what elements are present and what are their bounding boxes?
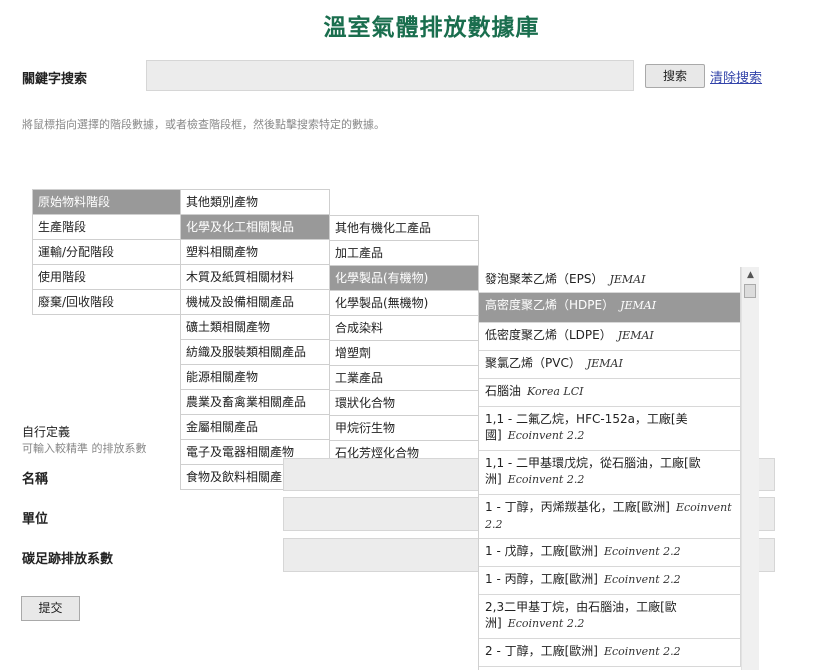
- product-name: 2 - 丁醇，工廠[歐洲]: [485, 644, 598, 658]
- product-source: JEMAI: [617, 329, 654, 342]
- product-list-item[interactable]: 1 - 戊醇，工廠[歐洲] Ecoinvent 2.2: [479, 539, 741, 567]
- product-name: 聚氯乙烯（PVC）: [485, 356, 581, 370]
- category-item[interactable]: 塑料相關產物: [180, 239, 330, 265]
- product-list-item[interactable]: 發泡聚苯乙烯（EPS） JEMAI: [479, 267, 741, 293]
- category-item[interactable]: 木質及紙質相關材料: [180, 264, 330, 290]
- product-list-item[interactable]: 聚氯乙烯（PVC） JEMAI: [479, 351, 741, 379]
- product-name: 石腦油: [485, 384, 522, 398]
- stage-item[interactable]: 生產階段: [32, 214, 181, 240]
- subcategory-item[interactable]: 加工產品: [329, 240, 479, 266]
- category-item[interactable]: 農業及畜禽業相關產品: [180, 389, 330, 415]
- product-source: JEMAI: [586, 357, 623, 370]
- product-source: Ecoinvent 2.2: [603, 573, 681, 586]
- product-name: 1 - 丁醇，丙烯羰基化，工廠[歐洲]: [485, 500, 670, 514]
- subcategory-item[interactable]: 其他有機化工產品: [329, 215, 479, 241]
- keyword-search-input[interactable]: [146, 60, 634, 91]
- product-source: Ecoinvent 2.2: [603, 645, 681, 658]
- product-name: 低密度聚乙烯（LDPE）: [485, 328, 612, 342]
- subcategory-item[interactable]: 增塑劑: [329, 340, 479, 366]
- product-list-item[interactable]: 低密度聚乙烯（LDPE） JEMAI: [479, 323, 741, 351]
- product-list[interactable]: 發泡聚苯乙烯（EPS） JEMAI 高密度聚乙烯（HDPE） JEMAI 低密度聚乙烯（…: [478, 267, 741, 670]
- subcategory-item[interactable]: 環狀化合物: [329, 390, 479, 416]
- keyword-search-label: 關鍵字搜索: [22, 72, 88, 87]
- product-list-item[interactable]: 高密度聚乙烯（HDPE） JEMAI: [479, 293, 741, 323]
- product-source: Korea LCI: [527, 385, 584, 398]
- product-source: Ecoinvent 2.2: [507, 473, 585, 486]
- product-list-item[interactable]: 石腦油 Korea LCI: [479, 379, 741, 407]
- product-list-item[interactable]: 1,1 - 二甲基環戊烷，從石腦油，工廠[歐洲] Ecoinvent 2.2: [479, 451, 741, 495]
- unit-label: 單位: [22, 512, 49, 527]
- product-source: Ecoinvent 2.2: [507, 617, 585, 630]
- product-name: 發泡聚苯乙烯（EPS）: [485, 272, 604, 286]
- product-list-item[interactable]: 2,3二甲基丁烷，由石腦油，工廠[歐洲] Ecoinvent 2.2: [479, 595, 741, 639]
- product-list-scrollbar[interactable]: ▲: [741, 267, 759, 670]
- stage-item[interactable]: 原始物料階段: [32, 189, 181, 215]
- category-item[interactable]: 化學及化工相關製品: [180, 214, 330, 240]
- product-name: 高密度聚乙烯（HDPE）: [485, 298, 615, 312]
- product-source: JEMAI: [620, 299, 657, 312]
- page-title: 溫室氣體排放數據庫: [323, 14, 540, 41]
- custom-definition-subheading: 可輸入較精準 的排放系數: [22, 442, 147, 455]
- subcategory-column: 其他有機化工產品 加工產品 化學製品(有機物) 化學製品(無機物) 合成染料 增塑劑 工業產…: [329, 215, 479, 491]
- subcategory-item[interactable]: 化學製品(有機物): [329, 265, 479, 291]
- emission-factor-label: 碳足跡排放系數: [22, 552, 114, 567]
- subcategory-item[interactable]: 甲烷衍生物: [329, 415, 479, 441]
- scroll-thumb[interactable]: [744, 284, 756, 298]
- subcategory-item[interactable]: 化學製品(無機物): [329, 290, 479, 316]
- category-item[interactable]: 礦土類相關產物: [180, 314, 330, 340]
- stage-column: 原始物料階段 生產階段 運輸/分配階段 使用階段 廢棄/回收階段: [32, 189, 181, 315]
- product-list-item[interactable]: 2 - 丁醇，工廠[歐洲] Ecoinvent 2.2: [479, 639, 741, 667]
- category-item[interactable]: 金屬相關產品: [180, 414, 330, 440]
- product-list-item[interactable]: 1,1 - 二氟乙烷，HFC-152a，工廠[美國] Ecoinvent 2.2: [479, 407, 741, 451]
- category-item[interactable]: 機械及設備相關產品: [180, 289, 330, 315]
- product-source: Ecoinvent 2.2: [603, 545, 681, 558]
- category-column: 其他類別產物 化學及化工相關製品 塑料相關產物 木質及紙質相關材料 機械及設備相關產品礦…: [180, 189, 330, 490]
- search-button[interactable]: 搜索: [645, 64, 705, 88]
- subcategory-item[interactable]: 合成染料: [329, 315, 479, 341]
- product-source: JEMAI: [609, 273, 646, 286]
- clear-search-link[interactable]: 清除搜索: [710, 67, 762, 86]
- product-source: Ecoinvent 2.2: [507, 429, 585, 442]
- subcategory-item[interactable]: 工業產品: [329, 365, 479, 391]
- product-name: 1 - 丙醇，工廠[歐洲]: [485, 572, 598, 586]
- product-list-item[interactable]: 1 - 丙醇，工廠[歐洲] Ecoinvent 2.2: [479, 567, 741, 595]
- product-list-item[interactable]: 1 - 丁醇，丙烯羰基化，工廠[歐洲] Ecoinvent 2.2: [479, 495, 741, 539]
- name-label: 名稱: [22, 472, 49, 487]
- scroll-up-arrow-icon[interactable]: ▲: [742, 267, 759, 283]
- category-item[interactable]: 能源相關產物: [180, 364, 330, 390]
- stage-item[interactable]: 使用階段: [32, 264, 181, 290]
- instruction-hint: 將鼠標指向選擇的階段數據，或者檢查階段框，然後點擊搜索特定的數據。: [22, 118, 385, 131]
- category-item[interactable]: 紡織及服裝類相關產品: [180, 339, 330, 365]
- product-name: 1 - 戊醇，工廠[歐洲]: [485, 544, 598, 558]
- stage-item[interactable]: 運輸/分配階段: [32, 239, 181, 265]
- custom-definition-heading: 自行定義: [22, 425, 71, 439]
- submit-button[interactable]: 提交: [21, 596, 80, 621]
- stage-item[interactable]: 廢棄/回收階段: [32, 289, 181, 315]
- category-item[interactable]: 其他類別產物: [180, 189, 330, 215]
